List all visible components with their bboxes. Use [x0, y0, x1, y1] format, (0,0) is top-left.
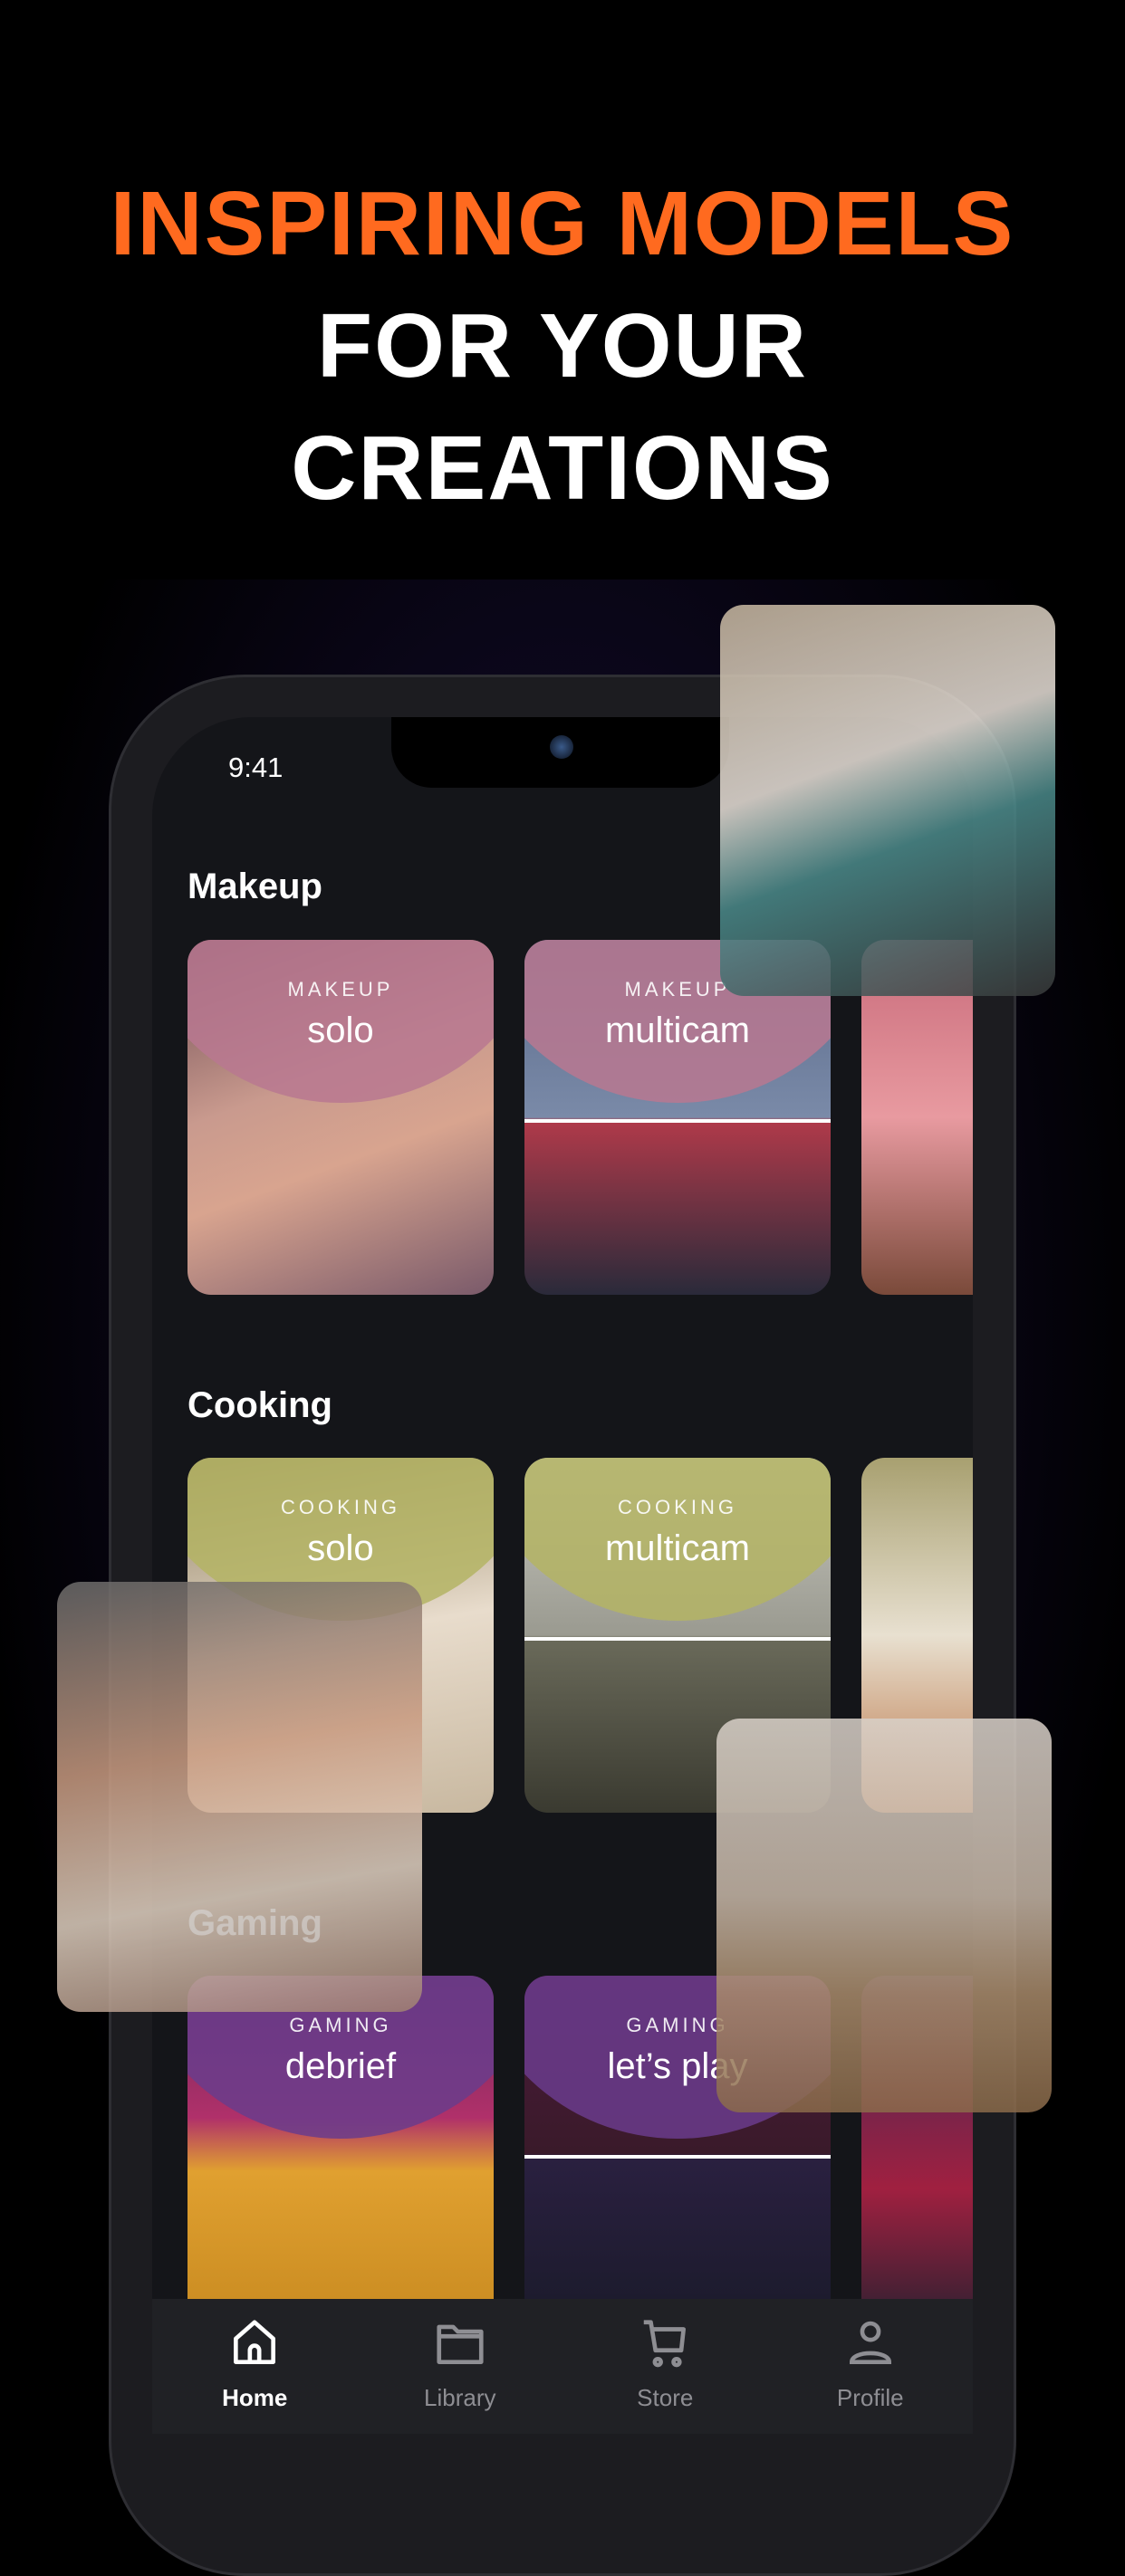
- headline-line-3: CREATIONS: [291, 417, 834, 519]
- headline-line-1: INSPIRING MODELS: [110, 173, 1015, 274]
- card-title: solo: [307, 1010, 374, 1050]
- card-gaming-debrief[interactable]: GAMING debrief: [188, 1976, 494, 2331]
- camera-icon: [550, 735, 573, 759]
- home-icon: [234, 2320, 276, 2364]
- section-title-makeup: Makeup: [188, 867, 322, 906]
- floating-photo-yoga-woman: [716, 1719, 1052, 2112]
- card-title: debrief: [284, 2046, 397, 2086]
- card-category: MAKEUP: [287, 978, 394, 1001]
- tab-home[interactable]: Home: [152, 2299, 358, 2434]
- tab-label: Home: [222, 2384, 288, 2411]
- card-category: GAMING: [289, 2014, 392, 2036]
- folder-icon: [437, 2324, 484, 2364]
- headline-line-2: FOR YOUR: [317, 295, 808, 397]
- card-category: COOKING: [618, 1496, 737, 1518]
- card-title: multicam: [604, 1010, 751, 1050]
- cart-icon: [644, 2320, 687, 2368]
- section-title-cooking: Cooking: [188, 1385, 332, 1425]
- bottom-tab-bar: Home Library Store Profile: [152, 2299, 973, 2434]
- card-title: solo: [307, 1528, 374, 1568]
- person-icon: [849, 2321, 891, 2364]
- tab-label: Profile: [836, 2384, 904, 2411]
- floating-photo-gaming-woman: Gaming: [57, 1582, 422, 2012]
- card-title: multicam: [604, 1528, 751, 1568]
- floating-photo-tablet-man: [720, 605, 1055, 996]
- tab-store[interactable]: Store: [562, 2299, 768, 2434]
- card-makeup-solo[interactable]: MAKEUP solo: [188, 940, 494, 1295]
- notch: [391, 717, 729, 788]
- status-time: 9:41: [228, 752, 284, 783]
- tab-profile[interactable]: Profile: [768, 2299, 974, 2434]
- card-category: COOKING: [281, 1496, 400, 1518]
- tab-label: Library: [424, 2384, 496, 2411]
- tab-label: Store: [637, 2384, 694, 2411]
- tab-library[interactable]: Library: [358, 2299, 563, 2434]
- floating-gaming-label: Gaming: [188, 1903, 322, 1943]
